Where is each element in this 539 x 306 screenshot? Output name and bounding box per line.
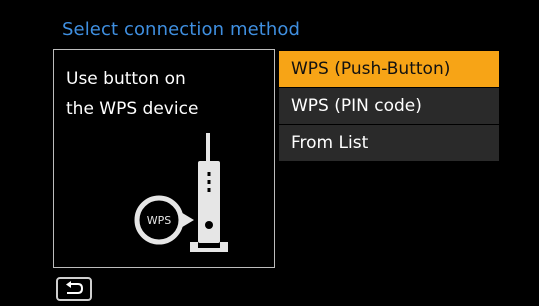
router-antenna <box>206 133 210 163</box>
connection-method-menu: WPS (Push-Button) WPS (PIN code) From Li… <box>279 51 499 162</box>
info-text: Use button on the WPS device <box>66 64 271 124</box>
return-arrow-icon <box>66 281 84 294</box>
wps-bubble-label: WPS <box>147 214 172 227</box>
info-text-line-1: Use button on <box>66 69 186 89</box>
menu-item-wps-push-button[interactable]: WPS (Push-Button) <box>279 51 499 87</box>
wps-bubble-pointer <box>179 211 194 229</box>
info-text-line-2: the WPS device <box>66 99 199 119</box>
info-panel: Use button on the WPS device WPS <box>53 49 275 268</box>
menu-item-from-list[interactable]: From List <box>279 125 499 161</box>
router-wps-button <box>205 221 213 229</box>
back-button[interactable] <box>56 277 92 301</box>
wps-connection-screen: Select connection method Use button on t… <box>0 0 539 306</box>
router-base <box>190 242 228 252</box>
page-title: Select connection method <box>62 19 301 40</box>
wps-router-illustration: WPS <box>134 133 228 252</box>
menu-item-wps-pin-code[interactable]: WPS (PIN code) <box>279 88 499 124</box>
